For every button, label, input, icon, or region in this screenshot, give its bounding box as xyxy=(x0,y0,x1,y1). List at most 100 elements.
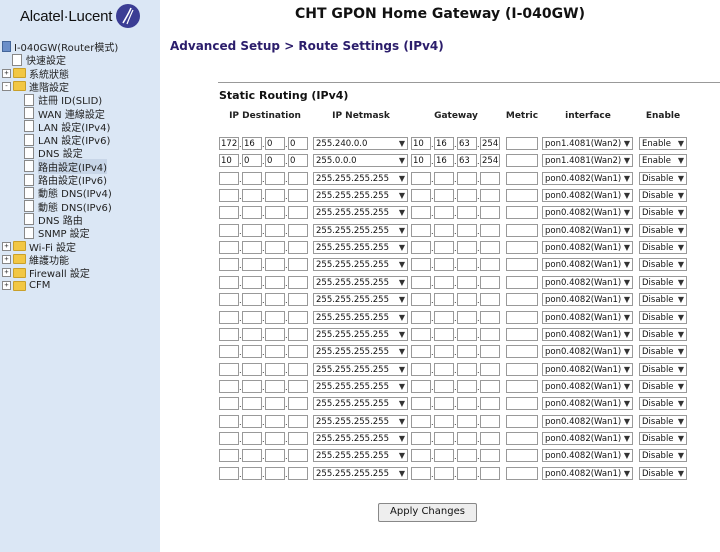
gateway-octet-input[interactable] xyxy=(457,171,477,185)
netmask-select[interactable]: 255.255.255.255 ▼ xyxy=(313,275,408,289)
enable-select[interactable]: Disable ▼ xyxy=(639,449,687,463)
metric-input[interactable] xyxy=(506,223,538,237)
interface-select[interactable]: pon0.4082(Wan1) ▼ xyxy=(542,327,633,341)
enable-select[interactable]: Disable ▼ xyxy=(639,258,687,272)
interface-select[interactable]: pon0.4082(Wan1) ▼ xyxy=(542,293,633,307)
gateway-octet-input[interactable] xyxy=(480,223,500,237)
metric-input[interactable] xyxy=(506,189,538,203)
ip-destination-octet-input[interactable] xyxy=(265,397,285,411)
gateway-octet-input[interactable] xyxy=(411,206,431,220)
ip-destination-octet-input[interactable] xyxy=(219,345,239,359)
netmask-select[interactable]: 255.0.0.0 ▼ xyxy=(313,154,408,168)
gateway-octet-input[interactable] xyxy=(480,189,500,203)
ip-destination-octet-input[interactable]: 0 xyxy=(288,137,308,150)
ip-destination-octet-input[interactable]: 0 xyxy=(265,154,285,168)
interface-select[interactable]: pon0.4082(Wan1) ▼ xyxy=(542,258,633,272)
gateway-octet-input[interactable] xyxy=(434,397,454,411)
gateway-octet-input[interactable] xyxy=(480,431,500,445)
collapse-icon[interactable]: - xyxy=(2,81,11,91)
metric-input[interactable] xyxy=(506,293,538,307)
gateway-octet-input[interactable] xyxy=(411,293,431,307)
gateway-octet-input[interactable]: 16 xyxy=(434,154,454,168)
netmask-select[interactable]: 255.255.255.255 ▼ xyxy=(313,327,408,341)
ip-destination-octet-input[interactable] xyxy=(288,397,308,411)
gateway-octet-input[interactable] xyxy=(457,466,477,480)
interface-select[interactable]: pon0.4082(Wan1) ▼ xyxy=(542,431,633,445)
gateway-octet-input[interactable] xyxy=(434,362,454,376)
gateway-octet-input[interactable] xyxy=(411,327,431,341)
netmask-select[interactable]: 255.255.255.255 ▼ xyxy=(313,223,408,237)
ip-destination-octet-input[interactable] xyxy=(219,275,239,289)
metric-input[interactable] xyxy=(506,379,538,393)
ip-destination-octet-input[interactable] xyxy=(265,414,285,428)
ip-destination-octet-input[interactable] xyxy=(219,362,239,376)
ip-destination-octet-input[interactable] xyxy=(265,327,285,341)
enable-select[interactable]: Disable ▼ xyxy=(639,431,687,445)
ip-destination-octet-input[interactable] xyxy=(219,449,239,463)
interface-select[interactable]: pon0.4082(Wan1) ▼ xyxy=(542,171,633,185)
gateway-octet-input[interactable]: 16 xyxy=(434,137,454,150)
metric-input[interactable] xyxy=(506,397,538,411)
ip-destination-octet-input[interactable] xyxy=(242,345,262,359)
tree-item[interactable]: 註冊 ID(SLID) xyxy=(24,93,102,107)
ip-destination-octet-input[interactable] xyxy=(265,362,285,376)
ip-destination-octet-input[interactable] xyxy=(219,466,239,480)
ip-destination-octet-input[interactable] xyxy=(242,241,262,255)
enable-select[interactable]: Enable ▼ xyxy=(639,137,687,150)
netmask-select[interactable]: 255.255.255.255 ▼ xyxy=(313,379,408,393)
gateway-octet-input[interactable] xyxy=(411,275,431,289)
enable-select[interactable]: Enable ▼ xyxy=(639,154,687,168)
ip-destination-octet-input[interactable] xyxy=(288,189,308,203)
gateway-octet-input[interactable]: 63 xyxy=(457,154,477,168)
ip-destination-octet-input[interactable] xyxy=(242,414,262,428)
ip-destination-octet-input[interactable] xyxy=(288,449,308,463)
netmask-select[interactable]: 255.255.255.255 ▼ xyxy=(313,293,408,307)
ip-destination-octet-input[interactable] xyxy=(242,275,262,289)
gateway-octet-input[interactable] xyxy=(480,241,500,255)
ip-destination-octet-input[interactable]: 0 xyxy=(288,154,308,168)
ip-destination-octet-input[interactable] xyxy=(288,345,308,359)
ip-destination-octet-input[interactable] xyxy=(242,431,262,445)
metric-input[interactable] xyxy=(506,362,538,376)
gateway-octet-input[interactable] xyxy=(457,431,477,445)
interface-select[interactable]: pon1.4081(Wan2) ▼ xyxy=(542,137,633,150)
ip-destination-octet-input[interactable] xyxy=(242,449,262,463)
interface-select[interactable]: pon0.4082(Wan1) ▼ xyxy=(542,449,633,463)
expand-icon[interactable]: + xyxy=(2,68,11,78)
interface-select[interactable]: pon0.4082(Wan1) ▼ xyxy=(542,379,633,393)
ip-destination-octet-input[interactable] xyxy=(242,171,262,185)
ip-destination-octet-input[interactable] xyxy=(265,345,285,359)
netmask-select[interactable]: 255.255.255.255 ▼ xyxy=(313,310,408,324)
ip-destination-octet-input[interactable] xyxy=(242,466,262,480)
interface-select[interactable]: pon0.4082(Wan1) ▼ xyxy=(542,241,633,255)
gateway-octet-input[interactable] xyxy=(411,466,431,480)
gateway-octet-input[interactable] xyxy=(480,327,500,341)
interface-select[interactable]: pon0.4082(Wan1) ▼ xyxy=(542,466,633,480)
ip-destination-octet-input[interactable] xyxy=(219,310,239,324)
metric-input[interactable] xyxy=(506,449,538,463)
netmask-select[interactable]: 255.255.255.255 ▼ xyxy=(313,414,408,428)
apply-changes-button[interactable]: Apply Changes xyxy=(378,503,477,522)
ip-destination-octet-input[interactable] xyxy=(219,223,239,237)
netmask-select[interactable]: 255.255.255.255 ▼ xyxy=(313,397,408,411)
metric-input[interactable] xyxy=(506,206,538,220)
interface-select[interactable]: pon0.4082(Wan1) ▼ xyxy=(542,397,633,411)
ip-destination-octet-input[interactable] xyxy=(288,414,308,428)
ip-destination-octet-input[interactable] xyxy=(288,275,308,289)
ip-destination-octet-input[interactable] xyxy=(242,293,262,307)
gateway-octet-input[interactable] xyxy=(480,275,500,289)
tree-root[interactable]: I-040GW(Router模式) xyxy=(2,40,118,54)
ip-destination-octet-input[interactable] xyxy=(242,223,262,237)
netmask-select[interactable]: 255.255.255.255 ▼ xyxy=(313,171,408,185)
ip-destination-octet-input[interactable] xyxy=(242,258,262,272)
netmask-select[interactable]: 255.255.255.255 ▼ xyxy=(313,241,408,255)
enable-select[interactable]: Disable ▼ xyxy=(639,466,687,480)
gateway-octet-input[interactable] xyxy=(457,414,477,428)
interface-select[interactable]: pon0.4082(Wan1) ▼ xyxy=(542,223,633,237)
gateway-octet-input[interactable] xyxy=(480,397,500,411)
gateway-octet-input[interactable] xyxy=(480,466,500,480)
gateway-octet-input[interactable] xyxy=(457,397,477,411)
gateway-octet-input[interactable] xyxy=(434,327,454,341)
gateway-octet-input[interactable] xyxy=(411,310,431,324)
ip-destination-octet-input[interactable] xyxy=(265,241,285,255)
